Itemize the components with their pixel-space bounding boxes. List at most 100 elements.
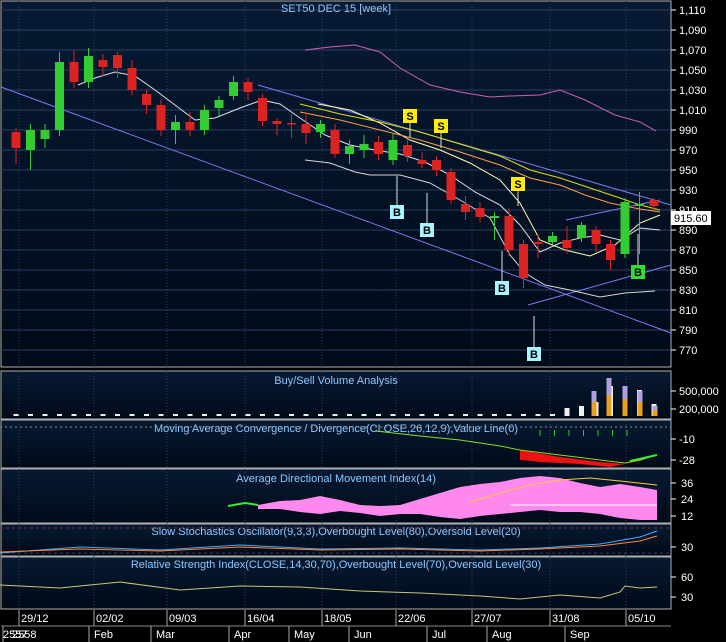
candle-body: [649, 200, 659, 206]
candle-body: [11, 132, 21, 148]
rsi-panel-title: Relative Strength Index(CLOSE,14,30,70),…: [131, 559, 541, 571]
price-tick-label: 1,030: [679, 85, 707, 97]
volume-bar: [71, 414, 77, 416]
adx-tick-label: 36: [681, 478, 693, 490]
price-tick-label: 830: [679, 285, 697, 297]
stochastic-y-axis: 30: [671, 542, 693, 554]
volume-bar: [564, 408, 570, 416]
candle-body: [229, 82, 238, 96]
candle-body: [26, 130, 35, 150]
volume-bar: [42, 414, 48, 416]
candle-body: [171, 122, 180, 130]
candle-body: [620, 202, 630, 254]
candle-body: [504, 216, 514, 250]
buy-volume-bar: [606, 395, 612, 416]
candle-body: [461, 204, 470, 212]
candle-body: [287, 123, 296, 125]
candle-body: [316, 124, 325, 132]
volume-bar: [390, 414, 396, 416]
candle-body: [185, 122, 195, 130]
month-label: May: [294, 629, 315, 641]
sell-signal-label: S: [406, 111, 413, 123]
price-tick-label: 870: [679, 245, 697, 257]
rsi-y-axis: 60 30: [671, 572, 693, 604]
x-tick-label: 31/08: [552, 613, 580, 625]
volume-bar: [129, 414, 135, 416]
candle-body: [142, 94, 151, 105]
volume-bar: [506, 414, 512, 416]
volume-bar: [260, 414, 265, 416]
price-chart-title: SET50 DEC 15 [week]: [281, 3, 391, 15]
buy-signal-label: B: [498, 283, 506, 295]
x-tick-label: 29/12: [21, 613, 49, 625]
price-tick-label: 950: [679, 165, 697, 177]
macd-panel-title: Moving Average Convergence / Divergence(…: [154, 423, 518, 435]
volume-bar: [289, 414, 294, 416]
volume-bar: [86, 414, 91, 416]
volume-tick-label: 500,000: [679, 386, 719, 398]
volume-bar: [318, 414, 323, 416]
volume-bar: [158, 414, 164, 416]
macd-y-axis: -10 -28: [671, 434, 695, 467]
volume-bar: [419, 414, 425, 416]
volume-bar: [57, 414, 62, 416]
price-tick-label: 990: [679, 125, 697, 137]
price-tick-label: 1,010: [679, 105, 707, 117]
candle-body: [490, 216, 499, 218]
candle-body: [69, 62, 79, 82]
price-tick-label: 930: [679, 185, 697, 197]
x-tick-label: 09/03: [169, 613, 197, 625]
candle-body: [417, 160, 427, 164]
x-tick-label: 22/06: [398, 613, 426, 625]
volume-bar: [448, 414, 454, 416]
x-tick-label: 18/05: [324, 613, 352, 625]
volume-bar: [405, 414, 410, 416]
candle-body: [243, 82, 253, 92]
buy-signal-label: B: [634, 267, 642, 279]
candle-body: [374, 142, 383, 154]
month-label: Jul: [432, 629, 446, 641]
volume-panel-title: Buy/Sell Volume Analysis: [274, 375, 398, 387]
volume-bar: [347, 414, 352, 416]
candle-body: [55, 62, 64, 130]
x-tick-label: 02/02: [96, 613, 124, 625]
candle-body: [214, 100, 224, 108]
sell-signal-label: S: [437, 121, 444, 133]
stochastic-tick-label: 30: [681, 542, 693, 554]
candle-body: [548, 236, 557, 242]
candle-body: [98, 60, 108, 67]
price-tick-label: 1,050: [679, 65, 707, 77]
month-label: Apr: [234, 629, 251, 641]
candle-body: [475, 208, 485, 217]
volume-bar: [303, 414, 309, 416]
buy-volume-bar: [622, 399, 628, 416]
x-tick-label: 27/07: [474, 613, 502, 625]
price-tick-label: 970: [679, 145, 697, 157]
month-label: Aug: [492, 629, 512, 641]
volume-bar: [245, 414, 251, 416]
candle-body: [84, 56, 93, 82]
candle-body: [533, 242, 543, 244]
buy-volume-bar: [637, 402, 643, 416]
candle-body: [330, 130, 340, 154]
candle-body: [403, 145, 412, 156]
stock-chart: SSSBBBBB SET50 DEC 15 [week] 1,1101,0901…: [0, 0, 719, 642]
volume-bar: [463, 414, 468, 416]
month-label: Mar: [156, 629, 175, 641]
adx-panel-title: Average Directional Movement Index(14): [236, 473, 436, 485]
rsi-tick-label: 30: [681, 592, 693, 604]
candle-body: [562, 240, 572, 248]
candle-body: [345, 146, 354, 154]
candle-body: [432, 160, 441, 170]
volume-bar: [376, 414, 381, 416]
buy-volume-bar: [591, 402, 597, 416]
adx-y-axis: 36 24 12: [671, 478, 693, 523]
candle-body: [301, 124, 311, 133]
sell-signal-label: S: [514, 179, 521, 191]
candle-body: [258, 98, 267, 121]
volume-bar: [216, 414, 222, 416]
price-tick-label: 1,090: [679, 25, 707, 37]
month-label: Sep: [570, 629, 590, 641]
month-label: Jun: [354, 629, 372, 641]
volume-bar: [231, 414, 236, 416]
